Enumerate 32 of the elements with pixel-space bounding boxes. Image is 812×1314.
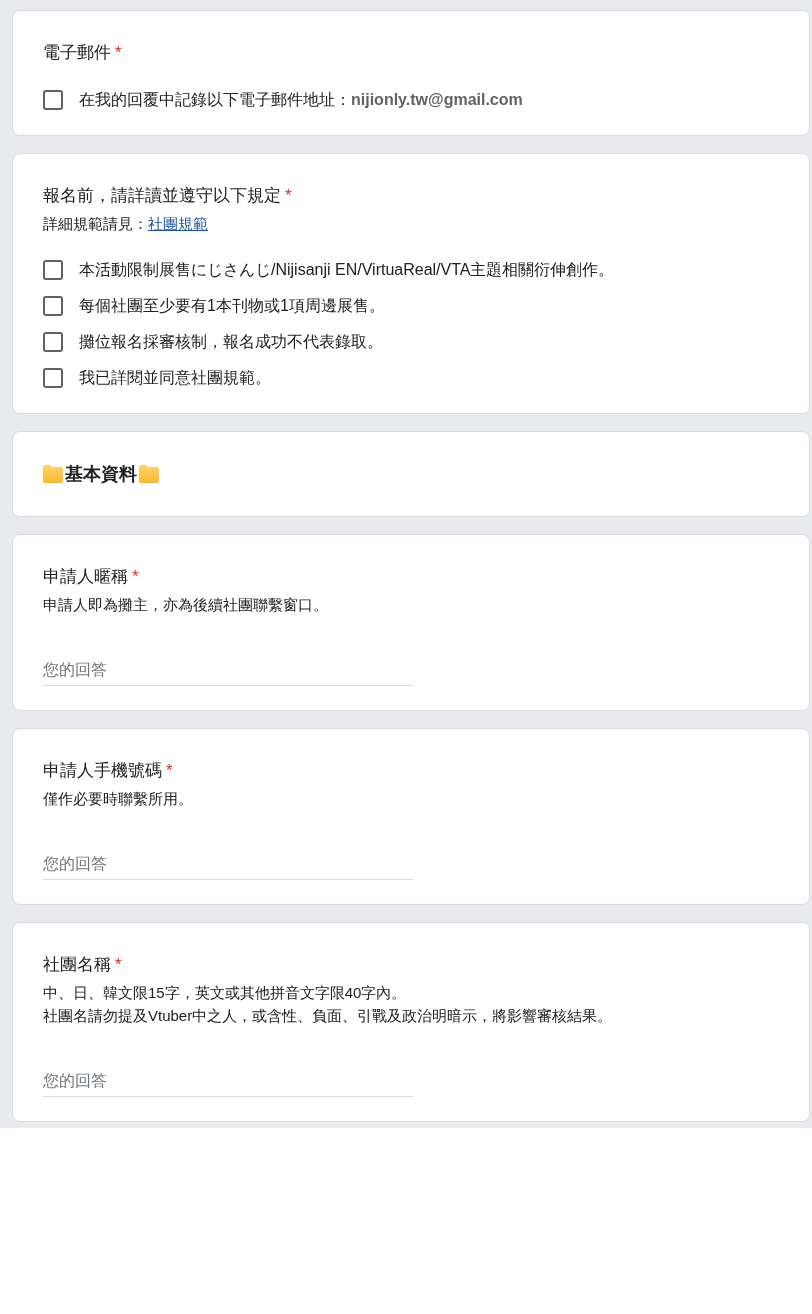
question-title: 申請人手機號碼: [43, 760, 162, 782]
option-label: 攤位報名採審核制，報名成功不代表錄取。: [79, 332, 383, 352]
checkbox[interactable]: [43, 296, 63, 316]
section-title: 基本資料: [65, 463, 137, 486]
question-description: 詳細規範請見：: [43, 214, 148, 234]
checkbox[interactable]: [43, 90, 63, 110]
question-description: 中、日、韓文限15字，英文或其他拼音文字限40字內。: [43, 983, 408, 1003]
answer-field[interactable]: 您的回答: [43, 850, 413, 880]
question-title: 電子郵件: [43, 42, 111, 64]
required-mark: *: [132, 567, 139, 587]
option-label: 本活動限制展售にじさんじ/Nijisanji EN/VirtuaReal/VTA主題相關衍伸創作。: [79, 260, 615, 280]
option-label: 每個社團至少要有1本刊物或1項周邊展售。: [79, 296, 385, 316]
folder-icon: [43, 465, 63, 483]
option-label: 在我的回覆中記錄以下電子郵件地址：nijionly.tw@gmail.com: [79, 90, 523, 110]
answer-field[interactable]: 您的回答: [43, 1067, 413, 1097]
question-description: 社團名請勿提及Vtuber中之人，或含性、負面、引戰及政治明暗示，將影響審核結果。: [43, 1006, 614, 1026]
checkbox[interactable]: [43, 368, 63, 388]
folder-icon: [139, 465, 159, 483]
checkbox[interactable]: [43, 260, 63, 280]
question-title: 報名前，請詳讀並遵守以下規定: [43, 185, 281, 207]
answer-field[interactable]: 您的回答: [43, 656, 413, 686]
question-title: 申請人暱稱: [43, 566, 128, 588]
required-mark: *: [285, 186, 292, 206]
required-mark: *: [115, 43, 122, 63]
question-description: 僅作必要時聯繫所用。: [43, 789, 194, 809]
option-label: 我已詳閱並同意社團規範。: [79, 368, 271, 388]
required-mark: *: [166, 761, 173, 781]
question-title: 社團名稱: [43, 954, 111, 976]
question-description: 申請人即為攤主，亦為後續社團聯繫窗口。: [43, 595, 329, 615]
rules-link[interactable]: 社團規範: [148, 212, 208, 235]
required-mark: *: [115, 955, 122, 975]
checkbox[interactable]: [43, 332, 63, 352]
